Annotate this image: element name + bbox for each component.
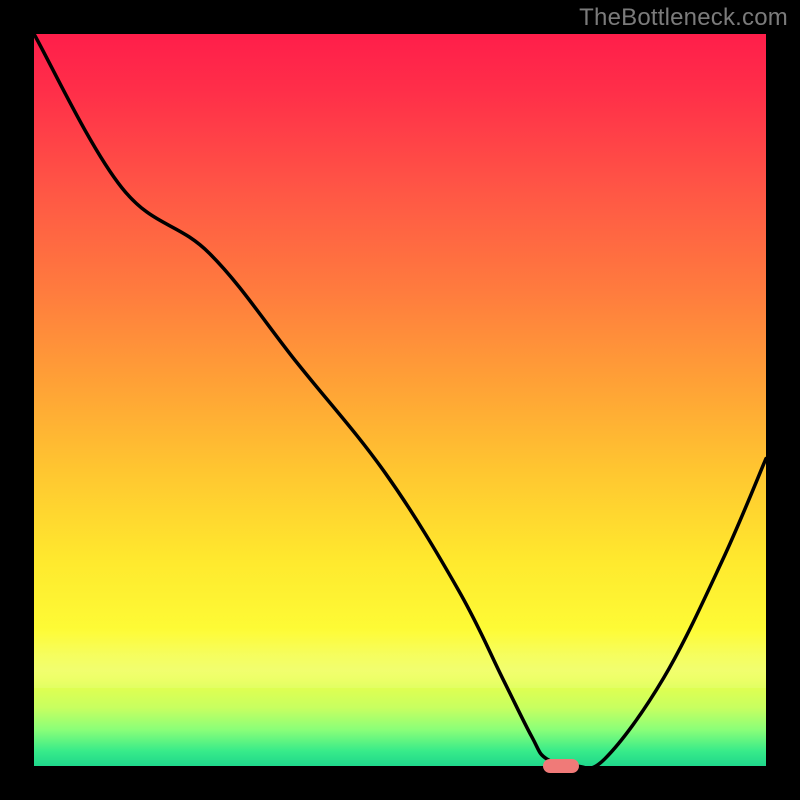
chart-frame: TheBottleneck.com [0,0,800,800]
watermark-text: TheBottleneck.com [579,4,788,32]
bottleneck-curve [34,34,766,766]
plot-area [34,34,766,766]
optimal-marker [543,759,579,773]
